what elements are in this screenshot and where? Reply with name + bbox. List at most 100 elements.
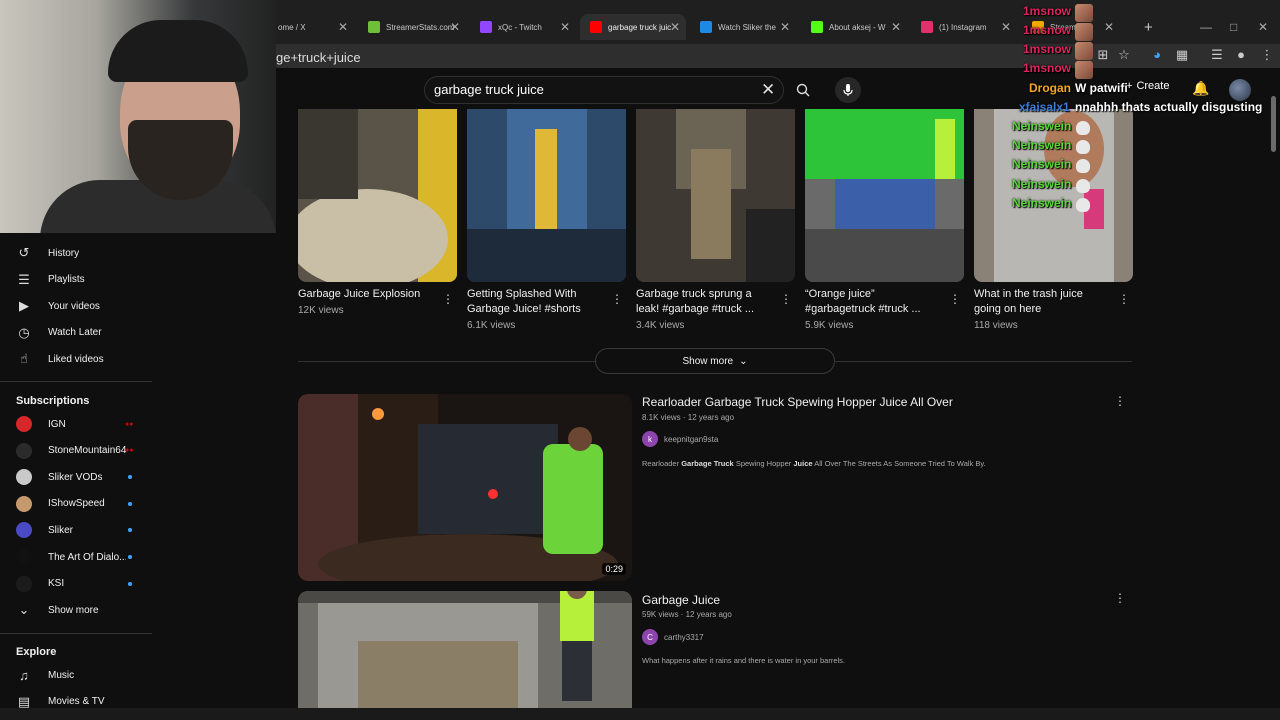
account-avatar[interactable] [1229, 79, 1251, 101]
channel-name: keepnitgan9sta [664, 434, 719, 444]
search-input[interactable]: garbage truck juice [434, 82, 544, 97]
divider [0, 633, 152, 634]
close-tab-icon[interactable]: ✕ [338, 20, 348, 34]
channel-link[interactable]: k keepnitgan9sta [642, 431, 718, 447]
subscription-item[interactable]: IShowSpeed [0, 491, 150, 517]
install-icon[interactable]: ⊞ [1094, 47, 1112, 63]
bookmark-star-icon[interactable]: ☆ [1115, 47, 1133, 63]
subscription-item[interactable]: Sliker VODs [0, 464, 150, 490]
more-options-icon[interactable]: ⋮ [780, 292, 792, 306]
short-thumbnail[interactable] [298, 109, 457, 282]
favicon-icon [368, 21, 380, 33]
more-options-icon[interactable]: ⋮ [611, 292, 623, 306]
search-icon [796, 83, 810, 97]
channel-avatar [16, 575, 32, 592]
more-options-icon[interactable]: ⋮ [1118, 292, 1130, 306]
chat-username: 1msnow [1023, 61, 1072, 75]
short-thumbnail[interactable] [467, 109, 626, 282]
browser-tab[interactable]: (1) Instagram ✕ [911, 14, 1017, 40]
subscription-item[interactable]: IGN ●● [0, 411, 150, 437]
url-field[interactable]: ge+truck+juice [276, 50, 361, 65]
sidebar-item-label: Watch Later [48, 327, 102, 339]
close-tab-icon[interactable]: ✕ [560, 20, 570, 34]
media-icon[interactable]: ☰ [1208, 47, 1226, 63]
close-tab-icon[interactable]: ✕ [1001, 20, 1011, 34]
browser-tab[interactable]: ome / X ✕ [268, 14, 354, 40]
scrollbar[interactable] [1271, 96, 1276, 152]
more-options-icon[interactable]: ⋮ [1114, 394, 1126, 408]
chat-username: xfaisalx1 [1019, 100, 1070, 114]
sidebar-item-label: Liked videos [48, 353, 104, 365]
show-more-subscriptions[interactable]: ⌄ Show more [0, 597, 150, 623]
short-thumbnail[interactable] [805, 109, 964, 282]
create-button[interactable]: + Create [1126, 80, 1169, 92]
short-title[interactable]: “Orange juice” #garbagetruck #truck ... [805, 287, 935, 317]
browser-tab[interactable]: garbage truck juic ✕ [580, 14, 686, 40]
sidebar-item[interactable]: ◷ Watch Later [0, 320, 150, 346]
profile-icon[interactable]: ● [1232, 47, 1250, 62]
short-title[interactable]: Getting Splashed With Garbage Juice! #sh… [467, 287, 597, 317]
extension-icon[interactable]: ◕ [1148, 47, 1166, 62]
chat-username: 1msnow [1023, 4, 1072, 18]
video-icon: ▶ [19, 298, 29, 314]
close-tab-icon[interactable]: ✕ [780, 20, 790, 34]
minimize-icon[interactable]: — [1200, 20, 1212, 34]
tab-label: ome / X [278, 22, 306, 32]
close-tab-icon[interactable]: ✕ [1104, 20, 1114, 34]
new-tab-button[interactable]: + [1134, 14, 1163, 40]
more-options-icon[interactable]: ⋮ [442, 292, 454, 306]
more-options-icon[interactable]: ⋮ [1114, 591, 1126, 605]
subscriptions-heading: Subscriptions [16, 395, 90, 407]
more-options-icon[interactable]: ⋮ [949, 292, 961, 306]
video-title[interactable]: Garbage Juice [642, 593, 720, 607]
sidebar-item[interactable]: ☰ Playlists [0, 267, 150, 293]
close-tab-icon[interactable]: ✕ [670, 20, 680, 34]
video-title[interactable]: Rearloader Garbage Truck Spewing Hopper … [642, 395, 953, 409]
short-title[interactable]: Garbage Juice Explosion [298, 287, 428, 302]
subscription-item[interactable]: KSI [0, 571, 150, 597]
playlist-icon: ☰ [18, 271, 30, 287]
notifications-bell-icon[interactable]: 🔔 [1192, 80, 1209, 97]
subscription-item[interactable]: Sliker [0, 517, 150, 543]
chat-message: nnahhh thats actually disgusting [1075, 100, 1263, 114]
tab-label: xQc - Twitch [498, 22, 542, 32]
close-tab-icon[interactable]: ✕ [891, 20, 901, 34]
chat-username: Neinswein [1012, 119, 1072, 133]
subscription-item[interactable]: The Art Of Dialo... [0, 544, 150, 570]
chat-username: 1msnow [1023, 42, 1072, 56]
close-tab-icon[interactable]: ✕ [450, 20, 460, 34]
video-thumbnail[interactable] [298, 591, 632, 711]
browser-tab[interactable]: Watch Sliker the ✕ [690, 14, 796, 40]
clear-search-icon[interactable]: ✕ [761, 80, 775, 100]
channel-avatar [16, 442, 32, 459]
short-views: 12K views [298, 305, 344, 316]
video-meta: 8.1K views · 12 years ago [642, 413, 735, 422]
video-thumbnail[interactable]: 0:29 [298, 394, 632, 581]
short-title[interactable]: Garbage truck sprung a leak! #garbage #t… [636, 287, 766, 317]
menu-icon[interactable]: ⋮ [1258, 47, 1276, 63]
sidebar-item[interactable]: ▶ Your videos [0, 293, 150, 319]
browser-tab[interactable]: StreamerStats.com ✕ [358, 14, 466, 40]
browser-tab[interactable]: xQc - Twitch ✕ [470, 14, 576, 40]
explore-item[interactable]: ♫ Music [0, 662, 150, 688]
maximize-icon[interactable]: □ [1230, 20, 1237, 34]
channel-avatar [16, 469, 32, 486]
channel-avatar: k [642, 431, 658, 447]
chat-username: Neinswein [1012, 196, 1072, 210]
puzzle-icon[interactable]: ▦ [1173, 47, 1191, 63]
close-window-icon[interactable]: ✕ [1258, 20, 1268, 34]
sidebar-item[interactable]: ☝ Liked videos [0, 346, 150, 372]
video-meta: 59K views · 12 years ago [642, 610, 732, 619]
short-title[interactable]: What in the trash juice going on here [974, 287, 1104, 317]
short-thumbnail[interactable] [636, 109, 795, 282]
sidebar-item[interactable]: ↺ History [0, 240, 150, 266]
channel-link[interactable]: C carthy3317 [642, 629, 704, 645]
search-button[interactable] [783, 76, 823, 104]
subscription-item[interactable]: StoneMountain64 ●● [0, 438, 150, 464]
show-more-shorts-button[interactable]: Show more ⌄ [595, 348, 835, 374]
clock-icon: ◷ [18, 324, 30, 340]
voice-search-button[interactable] [835, 77, 861, 103]
browser-tab[interactable]: About aksej - W ✕ [801, 14, 907, 40]
short-views: 3.4K views [636, 320, 685, 331]
divider [0, 381, 152, 382]
